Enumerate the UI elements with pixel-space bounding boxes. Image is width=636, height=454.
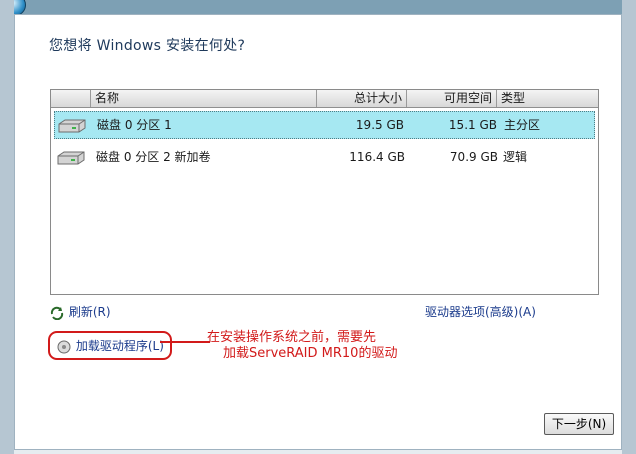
partition-row[interactable]: 磁盘 0 分区 1 19.5 GB 15.1 GB 主分区 <box>54 111 595 139</box>
load-driver-link[interactable]: 加载驱动程序(L) <box>48 331 172 360</box>
partition-total-size: 19.5 GB <box>355 118 404 132</box>
partition-name: 磁盘 0 分区 2 新加卷 <box>96 150 211 164</box>
load-driver-label: 加载驱动程序(L) <box>75 339 164 353</box>
setup-dialog: 您想将 Windows 安装在何处? 名称 总计大小 可用空间 类型 磁盘 0 … <box>14 14 622 450</box>
partition-type: 主分区 <box>504 118 541 132</box>
window-left-border <box>0 0 14 454</box>
page-title: 您想将 Windows 安装在何处? <box>49 38 246 54</box>
next-button[interactable]: 下一步(N) <box>544 413 614 435</box>
drive-options-link[interactable]: 驱动器选项(高级)(A) <box>425 303 536 320</box>
load-driver-icon <box>57 340 71 353</box>
column-total-size[interactable]: 总计大小 <box>317 90 407 107</box>
refresh-label: 刷新(R) <box>68 305 111 319</box>
drive-options-label: 驱动器选项(高级)(A) <box>425 305 536 319</box>
column-icon[interactable] <box>51 90 91 107</box>
disk-icon <box>58 119 86 133</box>
partition-list[interactable]: 名称 总计大小 可用空间 类型 磁盘 0 分区 1 19.5 GB 15.1 G… <box>50 89 599 295</box>
partition-name: 磁盘 0 分区 1 <box>97 118 172 132</box>
window-right-border <box>622 0 636 454</box>
disk-icon <box>57 151 85 165</box>
refresh-link[interactable]: 刷新(R) <box>49 303 111 320</box>
annotation-connector-line <box>160 341 210 343</box>
column-name[interactable]: 名称 <box>91 90 317 107</box>
window-top-bar <box>0 0 636 14</box>
partition-free-space: 15.1 GB <box>448 118 497 132</box>
partition-row[interactable]: 磁盘 0 分区 2 新加卷 116.4 GB 70.9 GB 逻辑 <box>54 144 595 172</box>
partition-total-size: 116.4 GB <box>349 150 405 164</box>
refresh-icon <box>50 306 64 320</box>
partition-free-space: 70.9 GB <box>449 150 498 164</box>
annotation-line-1: 在安装操作系统之前，需要先 <box>207 330 377 345</box>
column-type[interactable]: 类型 <box>497 90 598 107</box>
list-header: 名称 总计大小 可用空间 类型 <box>51 90 598 108</box>
column-free-space[interactable]: 可用空间 <box>407 90 497 107</box>
partition-type: 逻辑 <box>503 150 528 164</box>
annotation-text: 在安装操作系统之前，需要先 加载ServeRAID MR10的驱动 <box>207 330 397 362</box>
annotation-line-2: 加载ServeRAID MR10的驱动 <box>223 346 398 361</box>
